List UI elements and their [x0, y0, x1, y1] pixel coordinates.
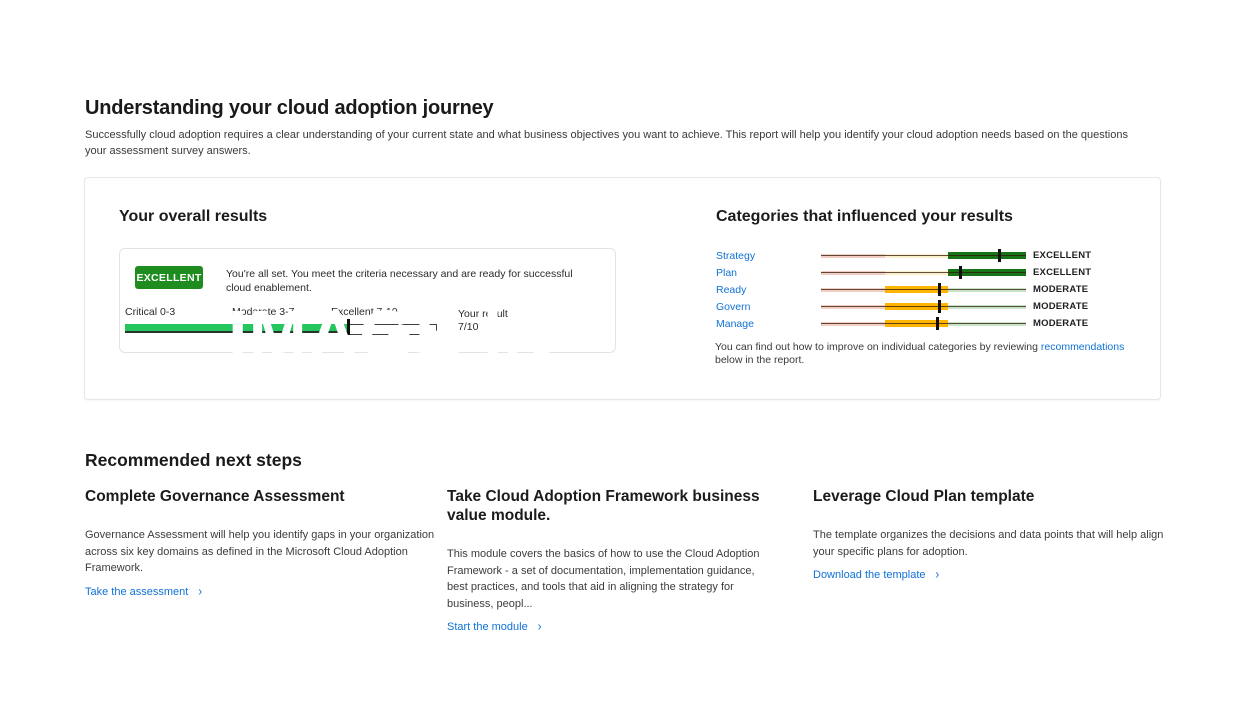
category-row: Plan EXCELLENT — [716, 265, 1146, 282]
category-row: Ready MODERATE — [716, 282, 1146, 299]
scale-label-critical: Critical 0-3 — [125, 306, 175, 318]
assessment-report-page: Understanding your cloud adoption journe… — [0, 0, 1248, 704]
step-body: Governance Assessment will help you iden… — [85, 527, 447, 577]
page-title: Understanding your cloud adoption journe… — [85, 97, 493, 120]
category-link[interactable]: Plan — [716, 267, 737, 279]
category-rating: MODERATE — [1033, 301, 1088, 312]
category-link[interactable]: Ready — [716, 284, 746, 296]
scale-label-excellent: Excellent 7-10 — [331, 306, 398, 318]
category-rating: MODERATE — [1033, 284, 1088, 295]
score-tick — [959, 266, 962, 279]
categories-note-before: You can find out how to improve on indiv… — [715, 341, 1041, 353]
step-link-label: Start the module — [447, 621, 528, 633]
your-result-value: 7/10 — [458, 321, 511, 334]
category-rating: EXCELLENT — [1033, 267, 1091, 278]
step-title: Take Cloud Adoption Framework business v… — [447, 487, 777, 525]
score-tick — [938, 283, 941, 296]
overall-bar-tick — [347, 319, 350, 335]
next-steps-heading: Recommended next steps — [85, 450, 302, 471]
category-score-bar — [821, 249, 1026, 262]
step-title: Leverage Cloud Plan template — [813, 487, 1168, 506]
your-result-label: Your result: — [458, 308, 511, 321]
overall-bar-fill — [125, 324, 348, 333]
take-assessment-link[interactable]: Take the assessment › — [85, 586, 202, 598]
chevron-right-icon: › — [538, 620, 542, 634]
categories-note: You can find out how to improve on indiv… — [715, 341, 1155, 366]
result-badge: EXCELLENT — [135, 266, 203, 289]
category-score-bar — [821, 300, 1026, 313]
categories-note-after: below in the report. — [715, 354, 1155, 367]
score-tick — [938, 300, 941, 313]
start-module-link[interactable]: Start the module › — [447, 621, 541, 633]
step-link-label: Download the template — [813, 569, 926, 581]
next-step-card-cloud-plan: Leverage Cloud Plan template The templat… — [813, 487, 1168, 583]
recommendations-link[interactable]: recommendations — [1041, 341, 1124, 353]
overall-score-bar — [125, 324, 437, 335]
step-title: Complete Governance Assessment — [85, 487, 447, 506]
score-tick — [936, 317, 939, 330]
axis-line — [821, 323, 1026, 324]
category-rows: Strategy EXCELLENT Plan EXCELLENT Ready MODER… — [716, 248, 1146, 333]
category-rating: EXCELLENT — [1033, 250, 1091, 261]
download-template-link[interactable]: Download the template › — [813, 569, 939, 581]
category-link[interactable]: Manage — [716, 318, 754, 330]
step-body: This module covers the basics of how to … — [447, 546, 777, 612]
category-row: Govern MODERATE — [716, 299, 1146, 316]
next-step-card-business-value: Take Cloud Adoption Framework business v… — [447, 487, 777, 635]
axis-line — [821, 289, 1026, 290]
overall-bar-empty — [348, 324, 437, 335]
overall-result-box: EXCELLENT You're all set. You meet the c… — [119, 248, 616, 353]
chevron-right-icon: › — [198, 585, 202, 599]
category-rating: MODERATE — [1033, 318, 1088, 329]
category-row: Strategy EXCELLENT — [716, 248, 1146, 265]
score-scale: Critical 0-3 Moderate 3-7 Excellent 7-10 — [125, 306, 437, 336]
chevron-right-icon: › — [936, 568, 940, 582]
category-score-bar — [821, 266, 1026, 279]
scale-label-moderate: Moderate 3-7 — [232, 306, 294, 318]
axis-line — [821, 255, 1026, 256]
overall-results-heading: Your overall results — [119, 208, 267, 226]
category-score-bar — [821, 283, 1026, 296]
step-body: The template organizes the decisions and… — [813, 527, 1168, 560]
category-score-bar — [821, 317, 1026, 330]
result-summary-text: You're all set. You meet the criteria ne… — [226, 267, 578, 295]
your-result-block: Your result: 7/10 — [458, 308, 511, 334]
category-link[interactable]: Strategy — [716, 250, 755, 262]
page-subtitle: Successfully cloud adoption requires a c… — [85, 128, 1135, 159]
results-card: Your overall results EXCELLENT You're al… — [84, 177, 1161, 400]
category-link[interactable]: Govern — [716, 301, 750, 313]
axis-line — [821, 272, 1026, 273]
next-step-card-governance: Complete Governance Assessment Governanc… — [85, 487, 447, 600]
categories-heading: Categories that influenced your results — [716, 208, 1013, 226]
step-link-label: Take the assessment — [85, 586, 188, 598]
axis-line — [821, 306, 1026, 307]
category-row: Manage MODERATE — [716, 316, 1146, 333]
score-tick — [998, 249, 1001, 262]
